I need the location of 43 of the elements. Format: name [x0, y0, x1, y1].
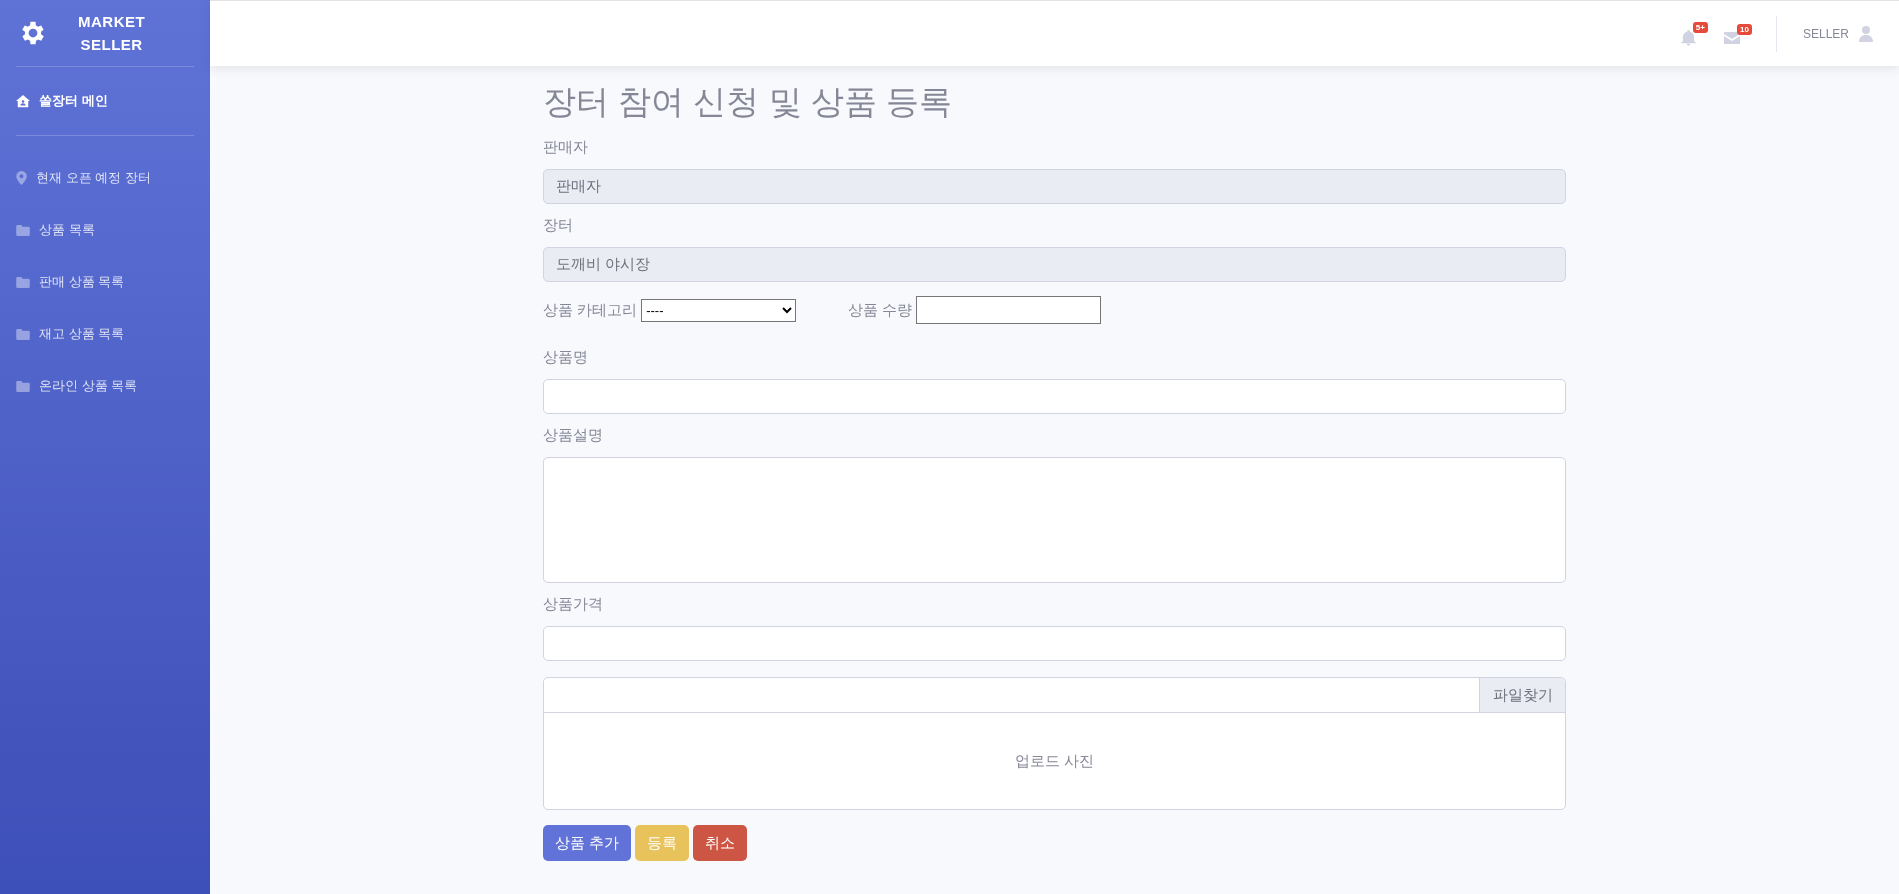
form-button[interactable]: 취소 — [693, 825, 748, 861]
product-name-field[interactable] — [543, 379, 1566, 414]
brand-name: SELLER — [80, 35, 143, 55]
field-label: 상품명 — [543, 348, 589, 367]
user-name: SELLER — [1802, 26, 1849, 41]
field-label: 상품 수량 — [848, 300, 913, 320]
brand-name: MARKET — [78, 12, 146, 32]
page-title: 장터 참여 신청 및 상품 등록 — [543, 82, 953, 122]
nav-item[interactable]: 재고 상품 목록 — [16, 308, 194, 360]
alerts-button[interactable]: 5+ — [1680, 21, 1708, 46]
bell-icon — [1680, 29, 1696, 46]
folder-icon — [16, 276, 30, 288]
folder-icon — [16, 328, 30, 340]
envelope-icon — [1723, 31, 1740, 44]
browse-file-button[interactable]: 파일찾기 — [1480, 678, 1565, 712]
folder-icon — [16, 224, 30, 236]
field-label: 상품 카테고리 — [543, 300, 638, 320]
description-field[interactable] — [543, 457, 1566, 583]
price-field[interactable] — [543, 626, 1566, 661]
message-count-badge: 10 — [1737, 23, 1752, 35]
field-label: 판매자 — [543, 138, 589, 157]
nav-item[interactable]: 온라인 상품 목록 — [16, 360, 194, 412]
field-label: 상품설명 — [543, 426, 604, 445]
user-menu[interactable]: SELLER — [1802, 25, 1873, 42]
nav-item[interactable]: 현재 오픈 예정 장터 — [16, 152, 194, 204]
nav-item[interactable]: 쏠장터 메인 — [16, 67, 194, 135]
location-pin-icon — [16, 171, 27, 185]
field-label: 장터 — [543, 216, 574, 235]
messages-button[interactable]: 10 — [1723, 23, 1752, 44]
quantity-field[interactable] — [916, 296, 1102, 324]
seller-field[interactable]: 판매자 — [543, 169, 1566, 204]
field-label: 상품가격 — [543, 595, 604, 614]
folder-icon — [16, 380, 30, 392]
nav-item[interactable]: 상품 목록 — [16, 204, 194, 256]
home-icon — [16, 94, 30, 108]
user-icon — [1859, 25, 1873, 42]
file-path-field[interactable] — [544, 678, 1480, 712]
notification-badge: 5+ — [1692, 21, 1708, 33]
form-button[interactable]: 상품 추가 — [543, 825, 632, 861]
nav-item[interactable]: 판매 상품 목록 — [16, 256, 194, 308]
upload-text: 업로드 사진 — [1014, 751, 1095, 771]
category-dropdown[interactable]: ---- — [641, 298, 797, 322]
market-field[interactable]: 도깨비 야시장 — [543, 247, 1566, 282]
